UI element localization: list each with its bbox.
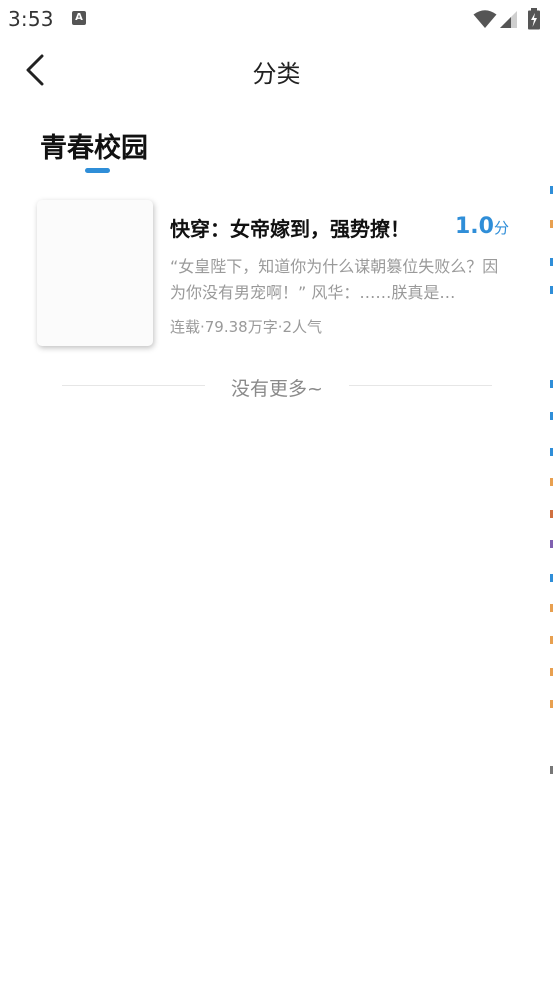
book-score-unit: 分 <box>493 219 509 237</box>
category-tab-label: 青春校园 <box>40 133 148 164</box>
status-time: 3:53 <box>8 7 54 31</box>
tab-category-qingchunxiaoyuan[interactable]: 青春校园 <box>40 126 148 173</box>
status-icons <box>473 8 541 30</box>
book-score-value: 1.0 <box>455 214 494 239</box>
book-score: 1.0分 <box>455 214 509 239</box>
book-title: 快穿：女帝嫁到，强势撩！ <box>170 217 410 241</box>
battery-charging-icon <box>528 8 540 30</box>
book-list-item[interactable]: 快穿：女帝嫁到，强势撩！ 1.0分 “女皇陛下，知道你为什么谋朝篡位失败么？因为… <box>0 196 553 351</box>
active-tab-indicator <box>85 168 110 173</box>
wifi-icon <box>473 10 497 28</box>
app-header: 分类 <box>0 40 553 102</box>
list-end-footer: 没有更多~ <box>62 372 492 400</box>
book-description: “女皇陛下，知道你为什么谋朝篡位失败么？因为你没有男宠啊！” 风华：……朕真是… <box>170 257 499 302</box>
book-meta: 连载·79.38万字·2人气 <box>170 318 323 336</box>
book-cover-image[interactable] <box>37 200 153 346</box>
footer-divider-right <box>349 385 492 386</box>
status-bar: 3:53 A <box>0 0 553 38</box>
notification-a-icon: A <box>72 11 86 25</box>
no-more-text: 没有更多~ <box>231 378 323 400</box>
cellular-signal-icon <box>500 11 517 28</box>
page-title: 分类 <box>252 60 301 88</box>
